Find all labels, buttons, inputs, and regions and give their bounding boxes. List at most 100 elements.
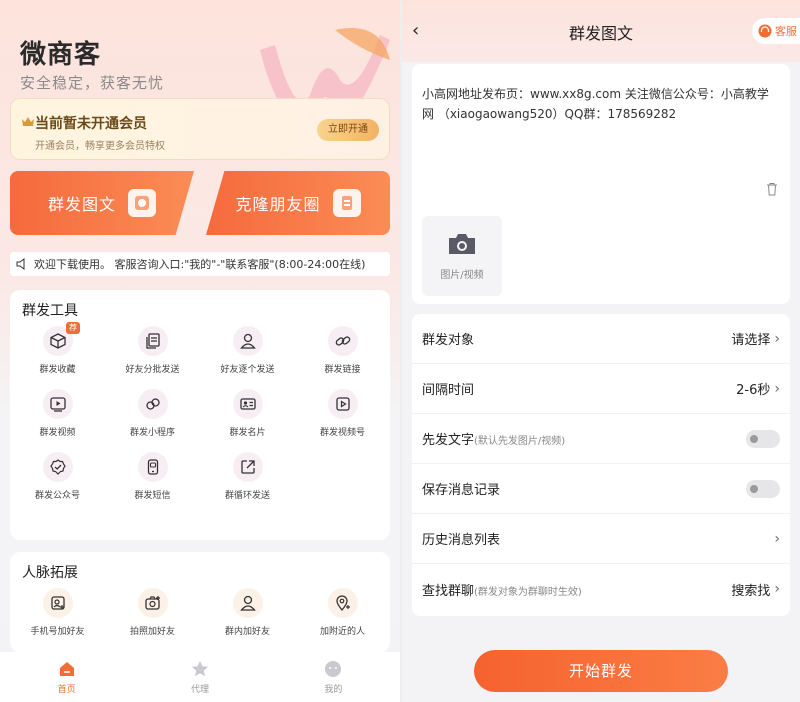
mass-send-button[interactable]: 群发图文 (10, 171, 194, 235)
text-first-toggle[interactable] (746, 429, 780, 448)
settings-list: 群发对象 请选择 › 间隔时间 2-6秒 › 先发文字(默认先发图片/视频) 保存消… (412, 314, 790, 616)
row-text-first: 先发文字(默认先发图片/视频) (412, 414, 790, 464)
star-icon (191, 661, 208, 677)
tool-label: 好友逐个发送 (220, 365, 275, 375)
chevron-right-icon: › (774, 380, 780, 397)
page-header: 群发图文 ‹ 客服 (402, 0, 800, 62)
message-text[interactable]: 小高网地址发布页：www.xx8g.com 关注微信公众号：小高教学网 （xia… (422, 84, 772, 124)
headset-icon (758, 24, 772, 38)
brand-slogan: 安全稳定，获客无忧 (20, 74, 165, 92)
home-screen: 微商客 安全稳定，获客无忧 当前暂未开通会员 开通会员，畅享更多会员特权 立即开… (0, 0, 400, 702)
speaker-icon (16, 258, 25, 270)
tab-mine[interactable]: 我的 (267, 652, 400, 702)
save-record-toggle[interactable] (746, 479, 780, 498)
row-save-record: 保存消息记录 (412, 464, 790, 514)
row-label-wrap: 查找群聊(群发对象为群聊时生效) (422, 580, 582, 599)
share-loop-icon (232, 452, 263, 482)
phone-message-icon (137, 452, 168, 482)
tool-label: 群发小程序 (129, 428, 175, 438)
vip-banner[interactable]: 当前暂未开通会员 开通会员，畅享更多会员特权 立即开通 (10, 98, 390, 160)
location-add-icon (327, 588, 358, 618)
tool-mass-sms[interactable]: 群发短信 (105, 452, 200, 501)
trash-icon[interactable] (766, 182, 778, 196)
brand-name: 微商客 (20, 40, 102, 70)
tool-batch-send[interactable]: 好友分批发送 (105, 326, 200, 375)
start-mass-send-button[interactable]: 开始群发 (474, 650, 728, 692)
person-icon (232, 326, 263, 356)
tool-label: 群发链接 (324, 365, 361, 375)
row-value: 搜索找 › (731, 580, 780, 599)
tool-group-add-friend[interactable]: 群内加好友 (200, 588, 295, 637)
notice-bar: 欢迎下载使用。 客服咨询入口:"我的"-"联系客服"(8:00-24:00在线) (10, 252, 390, 276)
tool-mass-channels[interactable]: 群发视频号 (295, 389, 390, 438)
tool-mass-link[interactable]: 群发链接 (295, 326, 390, 375)
tool-label: 群发公众号 (34, 491, 80, 501)
row-value: 请选择 › (731, 329, 780, 349)
row-hint: (默认先发图片/视频) (474, 436, 566, 447)
bottom-tab-bar: 首页 代理 我的 (0, 652, 400, 702)
tool-nearby-add-friend[interactable]: 加附近的人 (295, 588, 390, 637)
row-label: 群发对象 (422, 333, 475, 348)
back-arrow-icon[interactable]: ‹ (412, 20, 419, 41)
tool-label: 加附近的人 (319, 627, 365, 637)
row-value-text: 请选择 (731, 333, 771, 348)
tab-label: 我的 (324, 685, 343, 695)
tool-label: 手机号加好友 (30, 627, 85, 637)
row-interval[interactable]: 间隔时间 2-6秒 › (412, 364, 790, 414)
vip-subtitle: 开通会员，畅享更多会员特权 (35, 141, 165, 152)
row-label: 间隔时间 (422, 383, 475, 398)
mass-tools-card: 群发工具 荐 群发收藏 好友分批发送 好友逐个发送 群发链接 群发视频 群发小程… (10, 290, 390, 540)
chevron-right-icon: › (774, 330, 780, 347)
tool-mass-video[interactable]: 群发视频 (10, 389, 105, 438)
tool-label: 拍照加好友 (129, 627, 175, 637)
group-person-icon (232, 588, 263, 618)
row-find-group[interactable]: 查找群聊(群发对象为群聊时生效) 搜索找 › (412, 564, 790, 614)
clone-moments-label: 克隆朋友圈 (235, 195, 321, 214)
contacts-expansion-title: 人脉拓展 (22, 565, 78, 581)
notice-text: 欢迎下载使用。 客服咨询入口:"我的"-"联系客服"(8:00-24:00在线) (34, 258, 366, 271)
tool-camera-add-friend[interactable]: 拍照加好友 (105, 588, 200, 637)
row-label-wrap: 群发对象 (422, 329, 474, 348)
add-media-button[interactable]: 图片/视频 (422, 216, 502, 296)
tool-label: 群发名片 (229, 428, 266, 438)
row-label: 先发文字 (422, 433, 475, 448)
row-label-wrap: 先发文字(默认先发图片/视频) (422, 429, 565, 448)
recommend-badge: 荐 (66, 322, 80, 334)
media-label: 图片/视频 (440, 269, 484, 281)
mass-send-screen: 群发图文 ‹ 客服 小高网地址发布页：www.xx8g.com 关注微信公众号：… (402, 0, 800, 702)
vip-title: 当前暂未开通会员 (35, 116, 147, 132)
message-editor[interactable]: 小高网地址发布页：www.xx8g.com 关注微信公众号：小高教学网 （xia… (412, 64, 790, 304)
tool-mass-card[interactable]: 群发名片 (200, 389, 295, 438)
tool-label: 群内加好友 (224, 627, 270, 637)
row-target[interactable]: 群发对象 请选择 › (412, 314, 790, 364)
row-hint: (群发对象为群聊时生效) (474, 586, 582, 598)
tool-label: 群发收藏 (39, 365, 76, 375)
row-value-text: 搜索找 (731, 583, 771, 599)
tool-one-by-one-send[interactable]: 好友逐个发送 (200, 326, 295, 375)
tab-agent[interactable]: 代理 (133, 652, 266, 702)
smiley-icon (325, 661, 342, 677)
clone-moments-button[interactable]: 克隆朋友圈 (206, 171, 390, 235)
open-vip-button[interactable]: 立即开通 (317, 119, 379, 141)
row-history[interactable]: 历史消息列表 › (412, 514, 790, 564)
contacts-expansion-card: 人脉拓展 手机号加好友 拍照加好友 群内加好友 加附近的人 (10, 552, 390, 652)
chevron-right-icon: › (774, 530, 780, 547)
chevron-right-icon: › (774, 581, 780, 597)
link-icon (327, 326, 358, 356)
tab-home[interactable]: 首页 (0, 652, 133, 702)
tool-mass-official-account[interactable]: 群发公众号 (10, 452, 105, 501)
tool-label: 好友分批发送 (125, 365, 180, 375)
badge-check-icon (42, 452, 73, 482)
channels-icon (327, 389, 358, 419)
customer-service-button[interactable]: 客服 (752, 18, 800, 44)
document-stack-icon (137, 326, 168, 356)
tool-loop-send[interactable]: 群循环发送 (200, 452, 295, 501)
home-icon (59, 662, 74, 676)
tool-mass-favorites[interactable]: 荐 群发收藏 (10, 322, 105, 375)
row-value-text: 2-6秒 (736, 383, 771, 398)
tool-mass-mini-program[interactable]: 群发小程序 (105, 389, 200, 438)
phone-add-icon (42, 588, 73, 618)
tool-phone-add-friend[interactable]: 手机号加好友 (10, 588, 105, 637)
tool-label: 群发视频号 (319, 428, 365, 438)
id-card-icon (232, 389, 263, 419)
